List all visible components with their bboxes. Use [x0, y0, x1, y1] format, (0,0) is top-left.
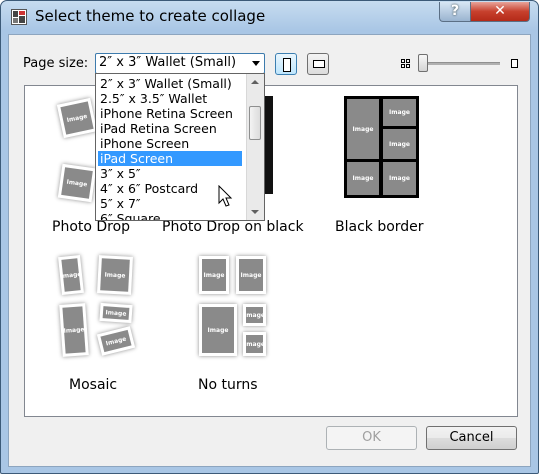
photo-thumbnail: Image — [383, 162, 416, 195]
photo-thumbnail: Image — [347, 99, 379, 159]
photo-thumbnail: Image — [96, 326, 136, 356]
theme-label: Black border — [335, 219, 424, 235]
dialog-content: Page size: 2″ x 3″ Wallet (Small) Image … — [8, 34, 531, 467]
large-thumbnails-icon — [511, 59, 518, 68]
ok-button[interactable]: OK — [326, 426, 417, 450]
theme-label: Mosaic — [69, 377, 118, 393]
landscape-icon — [313, 60, 325, 68]
photo-thumbnail: Image — [383, 129, 416, 159]
dropdown-option[interactable]: 6″ Square — [98, 211, 242, 220]
page-size-value: 2″ x 3″ Wallet (Small) — [99, 55, 237, 70]
dropdown-option[interactable]: 3″ x 5″ — [98, 166, 242, 181]
theme-mosaic[interactable]: Image Image Image Image Image Mosaic — [45, 246, 165, 396]
photo-thumbnail: Image — [236, 256, 266, 294]
dropdown-option[interactable]: 2″ x 3″ Wallet (Small) — [98, 76, 242, 91]
dropdown-option[interactable]: iPad Retina Screen — [98, 121, 242, 136]
page-size-select[interactable]: 2″ x 3″ Wallet (Small) — [95, 53, 265, 74]
photo-thumbnail: Image — [99, 302, 133, 324]
photo-thumbnail: Image — [59, 303, 89, 357]
theme-no-turns[interactable]: Image Image Image Image Image No turns — [185, 246, 325, 396]
portrait-orientation-button[interactable] — [275, 53, 297, 75]
photo-thumbnail: Image — [199, 304, 237, 356]
chevron-down-icon — [252, 61, 260, 66]
mouse-pointer-icon — [218, 185, 233, 207]
dropdown-scrollbar[interactable] — [246, 74, 264, 220]
theme-label: No turns — [198, 377, 258, 393]
photo-thumbnail: Image — [383, 99, 416, 126]
portrait-icon — [283, 58, 291, 72]
cancel-button[interactable]: Cancel — [426, 426, 517, 450]
small-thumbnails-icon — [401, 59, 410, 68]
page-size-label: Page size: — [23, 56, 89, 71]
title-bar[interactable]: Select theme to create collage ? ✕ — [1, 1, 538, 33]
photo-thumbnail: Image — [58, 254, 84, 296]
page-size-dropdown-list[interactable]: 2″ x 3″ Wallet (Small) 2.5″ x 3.5″ Wallet… — [95, 73, 265, 221]
scrollbar-thumb[interactable] — [249, 106, 261, 140]
window-title: Select theme to create collage — [35, 7, 266, 25]
dialog-window: Select theme to create collage ? ✕ Page … — [0, 0, 539, 474]
black-border-preview: Image Image Image Image Image — [344, 96, 419, 198]
slider-thumb[interactable] — [418, 54, 428, 72]
collage-app-icon — [11, 9, 27, 25]
close-button[interactable]: ✕ — [470, 2, 530, 22]
photo-thumbnail: Image — [199, 256, 229, 294]
thumbnail-size-slider[interactable] — [420, 62, 500, 65]
dropdown-option[interactable]: iPhone Retina Screen — [98, 106, 242, 121]
dropdown-option[interactable]: iPad Screen — [98, 151, 242, 166]
dropdown-option[interactable]: 2.5″ x 3.5″ Wallet — [98, 91, 242, 106]
photo-thumbnail: Image — [243, 332, 266, 356]
photo-thumbnail: Image — [243, 304, 266, 326]
landscape-orientation-button[interactable] — [307, 53, 329, 75]
photo-thumbnail: Image — [97, 255, 133, 295]
scroll-up-icon[interactable] — [251, 80, 259, 84]
help-button[interactable]: ? — [439, 2, 471, 22]
dropdown-option[interactable]: iPhone Screen — [98, 136, 242, 151]
photo-thumbnail: Image — [347, 162, 379, 195]
scroll-down-icon[interactable] — [251, 210, 259, 214]
